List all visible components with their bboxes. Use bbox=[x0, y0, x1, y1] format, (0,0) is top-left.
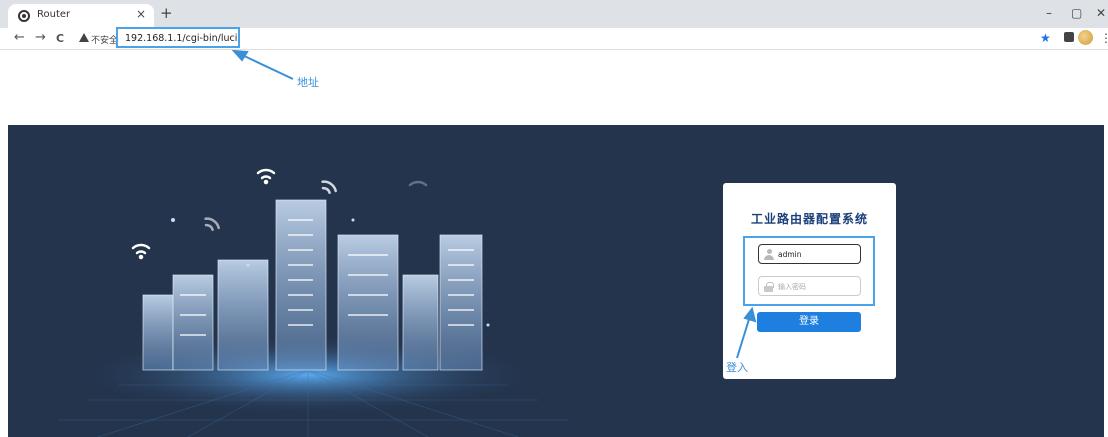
login-button[interactable]: 登录 bbox=[757, 312, 861, 332]
bookmark-star-icon[interactable]: ★ bbox=[1040, 31, 1051, 45]
smart-city-illustration bbox=[58, 168, 568, 437]
annotation-address: 地址 bbox=[297, 76, 319, 89]
insecure-label[interactable]: 不安全 bbox=[91, 33, 118, 46]
close-window-button[interactable]: ✕ bbox=[1096, 6, 1106, 20]
minimize-button[interactable]: – bbox=[1046, 6, 1052, 20]
screenshot-root: Router × + – ▢ ✕ ← → C 不安全 192.168.1.1/c… bbox=[0, 0, 1108, 437]
restore-button[interactable]: ▢ bbox=[1071, 6, 1082, 20]
favicon-icon bbox=[18, 10, 30, 22]
extensions-icon[interactable] bbox=[1064, 32, 1074, 42]
address-highlight-box bbox=[116, 27, 240, 48]
credentials-highlight-box bbox=[743, 236, 875, 306]
browser-tab-bar: Router × + – ▢ ✕ bbox=[0, 0, 1108, 28]
browser-tab[interactable]: Router × bbox=[8, 4, 154, 28]
browser-menu-icon[interactable]: ⋮ bbox=[1100, 31, 1108, 45]
login-title: 工业路由器配置系统 bbox=[750, 212, 868, 226]
address-arrow bbox=[239, 53, 294, 80]
back-button[interactable]: ← bbox=[14, 30, 25, 45]
warning-icon bbox=[79, 33, 89, 42]
annotation-login: 登入 bbox=[726, 361, 748, 374]
tab-close-button[interactable]: × bbox=[136, 7, 146, 21]
new-tab-button[interactable]: + bbox=[160, 6, 173, 21]
tab-title: Router bbox=[37, 9, 71, 20]
login-page-background bbox=[8, 125, 1104, 437]
forward-button[interactable]: → bbox=[35, 30, 46, 45]
reload-button[interactable]: C bbox=[56, 32, 64, 45]
address-arrowhead bbox=[231, 49, 249, 62]
profile-avatar[interactable] bbox=[1078, 30, 1093, 45]
